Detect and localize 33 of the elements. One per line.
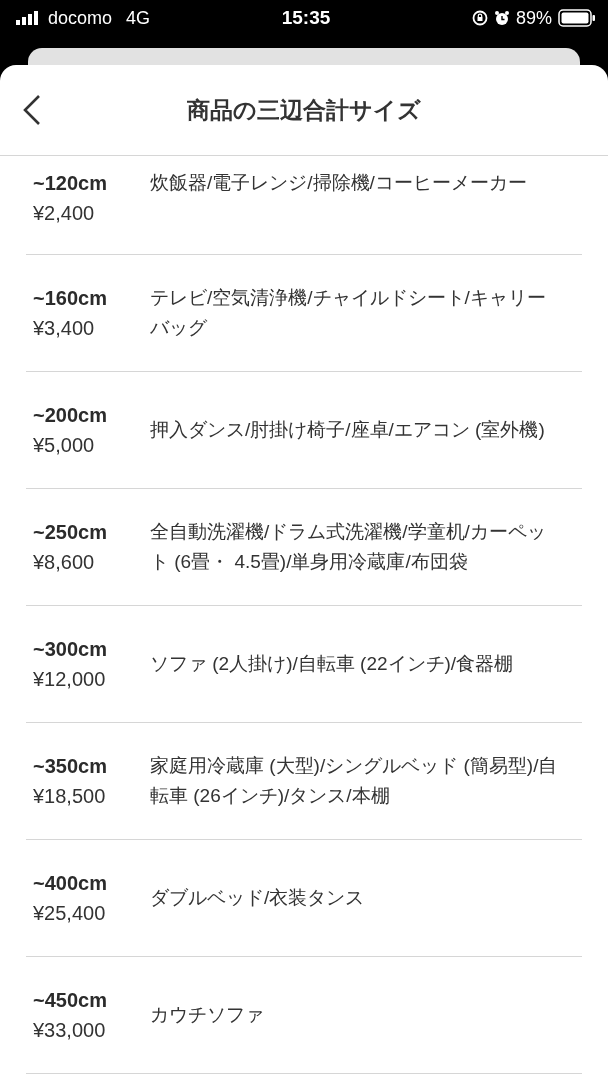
size-label: ~120cm: [33, 171, 108, 196]
size-label: ~350cm: [33, 754, 108, 779]
network-type: 4G: [126, 7, 151, 29]
size-label: ~300cm: [33, 637, 108, 662]
item-examples: 家庭用冷蔵庫 (大型)/シングルベッド (簡易型)/自転車 (26インチ)/タンス/本棚: [150, 754, 559, 808]
size-label: ~200cm: [33, 403, 108, 428]
price-label: ¥5,000: [33, 433, 96, 458]
item-examples: 押入ダンス/肘掛け椅子/座卓/エアコン (室外機): [150, 418, 546, 442]
item-examples: カウチソファ: [150, 1003, 265, 1027]
item-examples: 全自動洗濯機/ドラム式洗濯機/学童机/カーペット (6畳・ 4.5畳)/単身用冷蔵庫/布団袋: [150, 520, 547, 574]
page-title: 商品の三辺合計サイズ: [187, 95, 421, 125]
signal-icon: [16, 11, 40, 25]
price-label: ¥8,600: [33, 550, 96, 575]
price-label: ¥33,000: [33, 1018, 107, 1043]
price-label: ¥12,000: [33, 667, 107, 692]
item-examples: テレビ/空気清浄機/チャイルドシート/キャリーバッグ: [150, 286, 547, 340]
size-label: ~160cm: [33, 286, 108, 311]
alarm-clock-icon: [494, 10, 510, 26]
carrier-name: docomo: [48, 7, 113, 29]
item-examples: ダブルベッド/衣装タンス: [150, 886, 366, 910]
size-label: ~400cm: [33, 871, 108, 896]
battery-icon: [558, 9, 596, 27]
battery-percent: 89%: [516, 7, 552, 29]
rotation-lock-icon: [472, 10, 488, 26]
clock-time: 15:35: [281, 7, 331, 29]
item-examples: ソファ (2人掛け)/自転車 (22インチ)/食器棚: [150, 652, 515, 676]
size-label: ~450cm: [33, 988, 108, 1013]
price-label: ¥25,400: [33, 901, 107, 926]
size-label: ~250cm: [33, 520, 108, 545]
price-label: ¥3,400: [33, 316, 96, 341]
price-label: ¥2,400: [33, 201, 96, 226]
price-label: ¥18,500: [33, 784, 107, 809]
item-examples: 炊飯器/電子レンジ/掃除機/コーヒーメーカー: [150, 171, 528, 195]
